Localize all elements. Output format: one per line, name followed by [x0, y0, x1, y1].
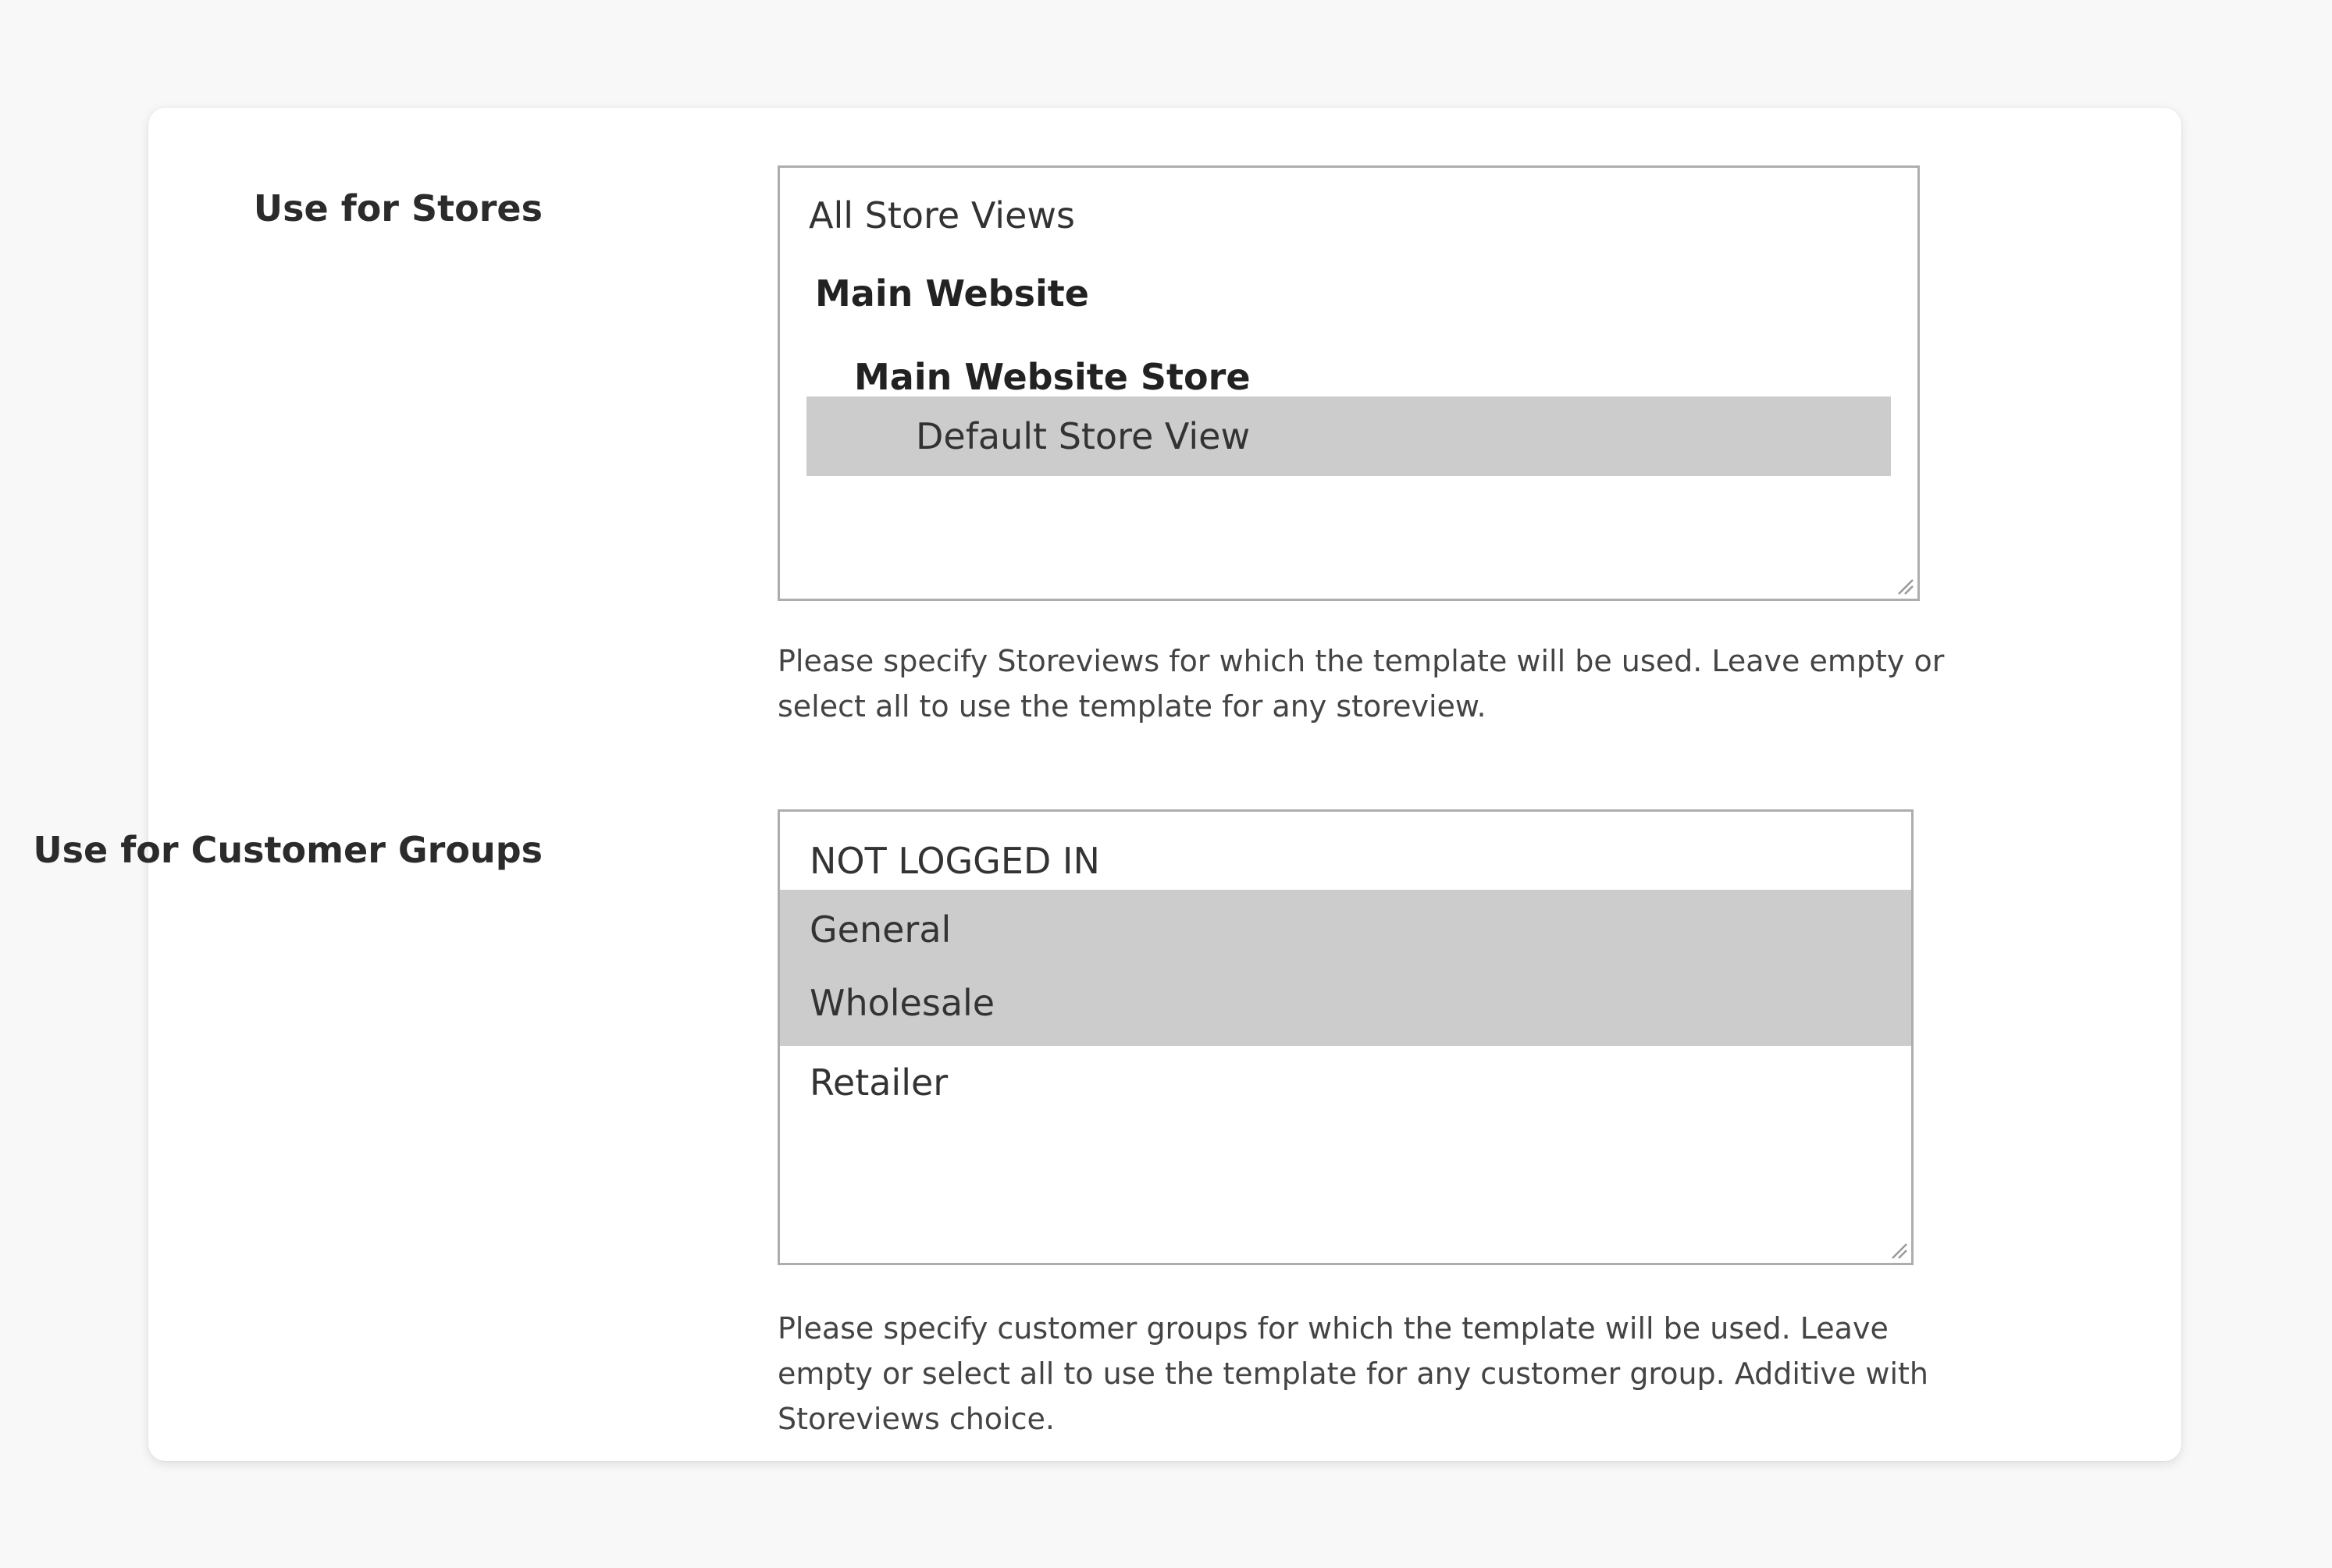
- store-optgroup-main-website-store: Main Website Store: [780, 353, 1917, 400]
- store-option-default-store-view[interactable]: Default Store View: [806, 396, 1891, 476]
- resize-grip-icon[interactable]: [1888, 1239, 1908, 1260]
- form-card: Use for Stores All Store Views Main Webs…: [33, 108, 2181, 1461]
- group-option-not-logged-in[interactable]: NOT LOGGED IN: [780, 827, 1911, 890]
- customer-groups-help-note: Please specify customer groups for which…: [778, 1311, 1928, 1436]
- store-option-label: All Store Views: [809, 194, 1075, 236]
- stores-field-label: Use for Stores: [253, 187, 543, 229]
- store-optgroup-label: Main Website: [815, 272, 1089, 315]
- group-option-label: Wholesale: [810, 982, 995, 1024]
- group-option-label: General: [810, 908, 952, 951]
- store-option-label: Default Store View: [916, 415, 1251, 457]
- stores-multiselect[interactable]: All Store Views Main Website Main Websit…: [778, 165, 1920, 601]
- customer-groups-field-label: Use for Customer Groups: [33, 829, 543, 871]
- customer-groups-multiselect[interactable]: NOT LOGGED IN General Wholesale Retailer: [778, 809, 1914, 1265]
- store-optgroup-main-website: Main Website: [780, 269, 1917, 316]
- group-option-retailer[interactable]: Retailer: [780, 1046, 1911, 1124]
- group-option-wholesale[interactable]: Wholesale: [780, 968, 1911, 1046]
- group-option-general[interactable]: General: [780, 890, 1911, 968]
- group-option-label: NOT LOGGED IN: [810, 840, 1100, 882]
- resize-grip-icon[interactable]: [1894, 575, 1914, 596]
- group-option-label: Retailer: [810, 1061, 949, 1104]
- store-optgroup-label: Main Website Store: [854, 356, 1251, 398]
- store-option-all-store-views[interactable]: All Store Views: [780, 191, 1917, 238]
- stores-help-note: Please specify Storeviews for which the …: [778, 644, 1945, 724]
